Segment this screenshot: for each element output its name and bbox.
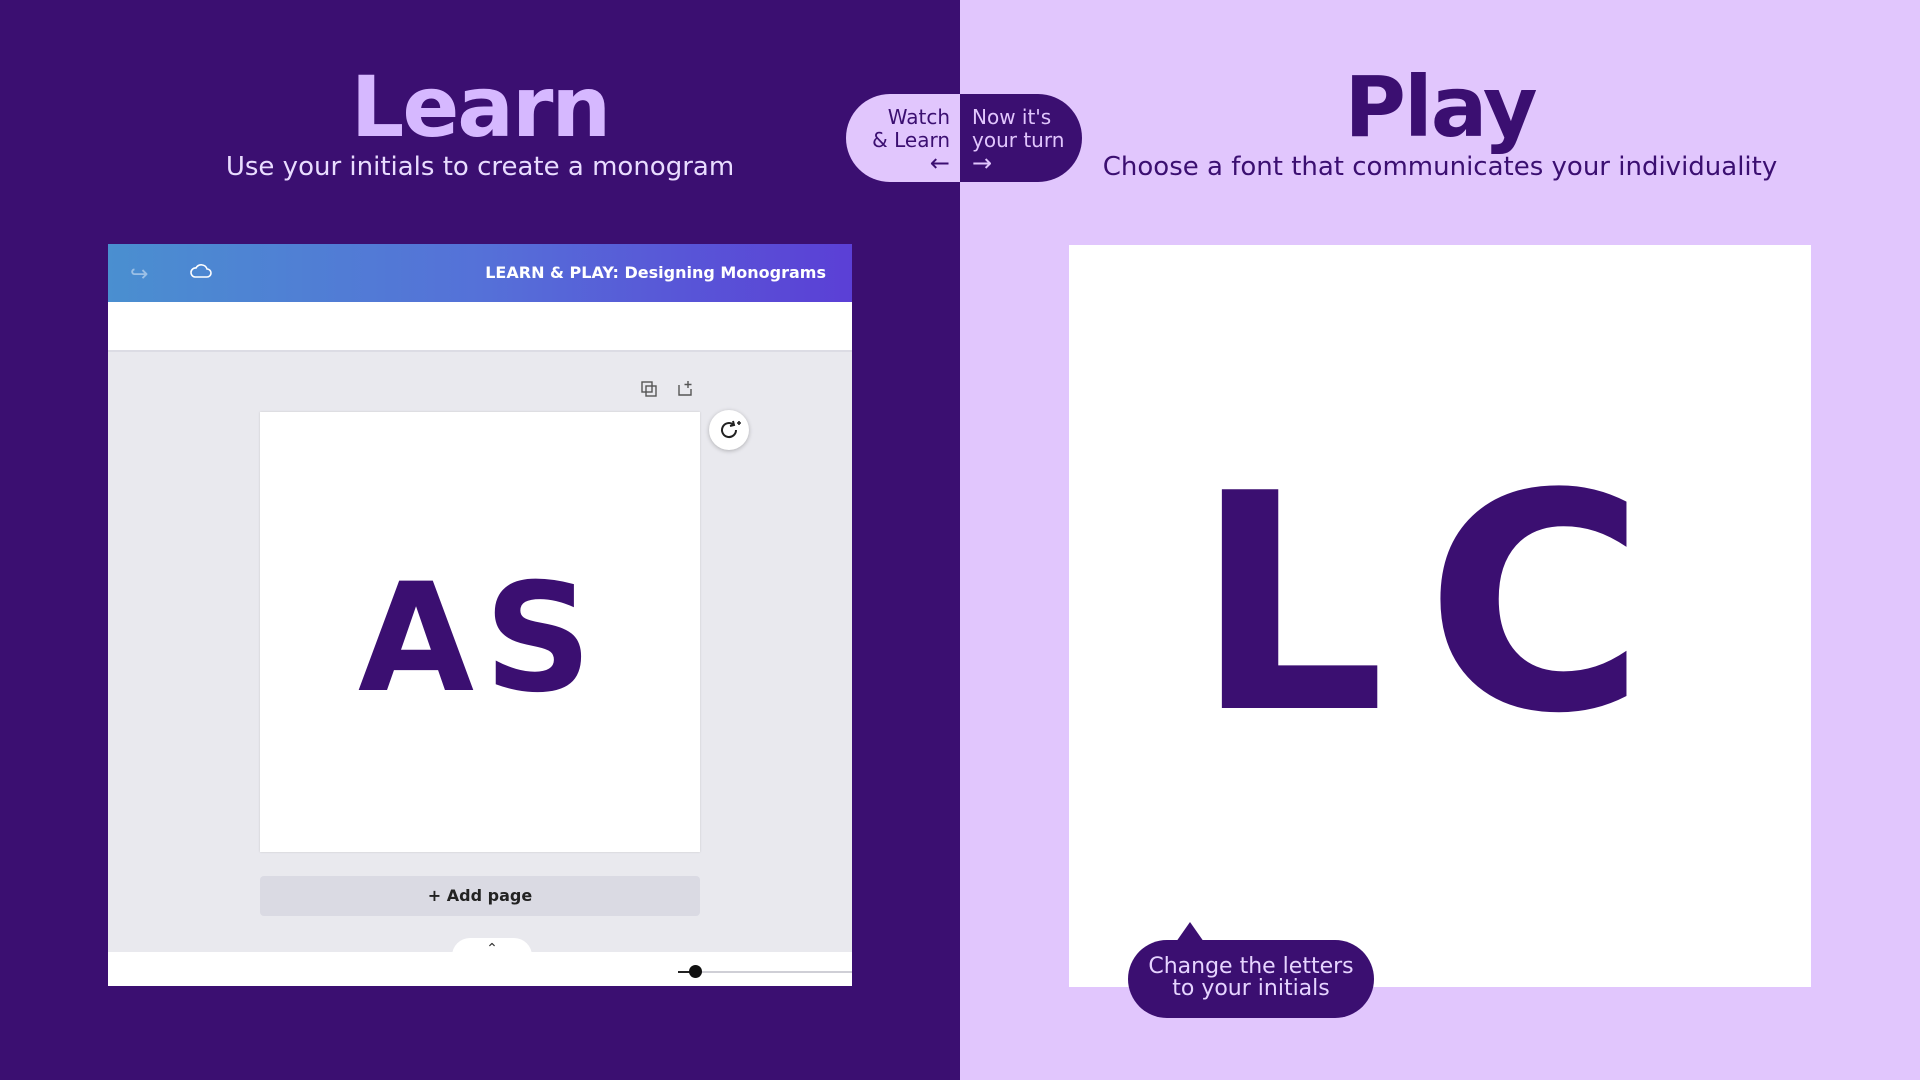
arrow-left-icon: ← (929, 149, 950, 177)
editor-toolbar (108, 302, 852, 352)
toggle-right-line1: Now it's (972, 105, 1052, 129)
tooltip-pointer (1176, 922, 1204, 942)
zoom-slider-track[interactable] (678, 971, 852, 973)
redo-icon[interactable]: ↪ (130, 261, 148, 287)
learn-title: Learn (350, 58, 611, 156)
play-monogram-text[interactable]: LC (1069, 455, 1811, 755)
design-title[interactable]: LEARN & PLAY: Designing Monograms (485, 263, 826, 282)
magic-refresh-button[interactable] (709, 410, 749, 450)
toggle-left-line1: Watch (887, 105, 950, 129)
tooltip-line1: Change the letters (1148, 954, 1354, 979)
editor-header: ↪ LEARN & PLAY: Designing Monograms (108, 244, 852, 302)
watch-and-learn-toggle[interactable]: Watch & Learn ← (846, 94, 960, 182)
refresh-icon (721, 420, 741, 439)
play-design-canvas[interactable]: LC (1069, 245, 1811, 987)
cloud-save-icon[interactable] (188, 258, 214, 284)
learn-subtitle: Use your initials to create a monogram (225, 152, 735, 182)
instruction-tooltip: Change the letters to your initials (1128, 940, 1374, 1018)
play-subtitle: Choose a font that communicates your ind… (1102, 152, 1778, 182)
add-page-button[interactable]: + Add page (260, 876, 700, 916)
editor-screenshot: ↪ LEARN & PLAY: Designing Monograms AS +… (108, 244, 852, 986)
chevron-up-icon[interactable]: ⌃ (452, 938, 532, 956)
tooltip-line2: to your initials (1172, 976, 1330, 1001)
duplicate-page-icon[interactable] (640, 380, 658, 398)
design-page[interactable]: AS (260, 412, 700, 852)
editor-footer (108, 952, 852, 986)
your-turn-toggle[interactable]: Now it's your turn → (960, 94, 1082, 182)
add-page-icon[interactable] (676, 380, 694, 398)
monogram-text[interactable]: AS (260, 552, 700, 726)
play-title: Play (1344, 58, 1537, 156)
zoom-slider-knob[interactable] (689, 965, 702, 978)
arrow-right-icon: → (972, 149, 993, 177)
